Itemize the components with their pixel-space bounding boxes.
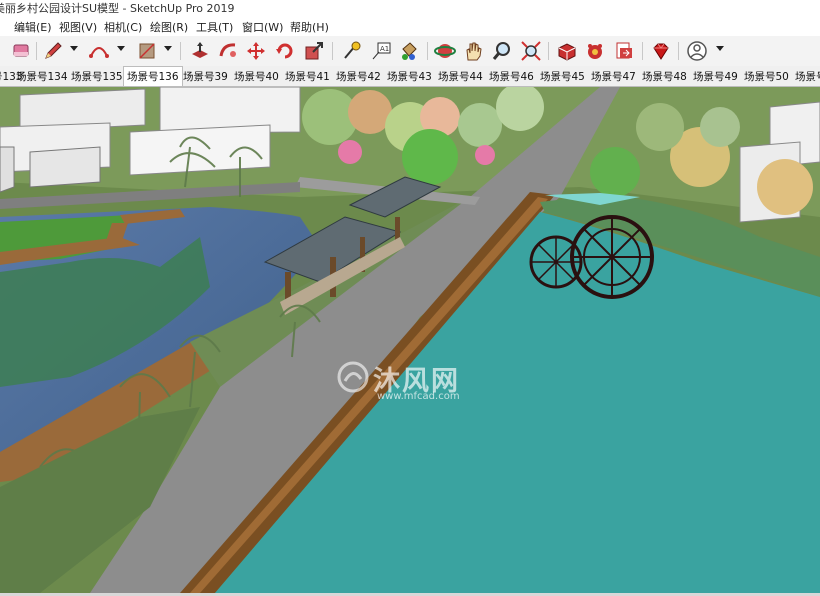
rotate-icon[interactable] xyxy=(274,40,296,62)
paint-bucket-icon[interactable] xyxy=(398,40,420,62)
pencil-icon[interactable] xyxy=(42,40,64,62)
follow-me-icon[interactable] xyxy=(217,40,239,62)
menu-window[interactable]: 窗口(W) xyxy=(242,19,283,35)
ruby-icon[interactable] xyxy=(650,40,672,62)
menu-tools[interactable]: 工具(T) xyxy=(196,19,233,35)
scene-tab[interactable]: 场景号39 xyxy=(183,69,228,84)
scene-tab[interactable]: 场景号46 xyxy=(489,69,534,84)
watermark-url: www.mfcad.com xyxy=(377,391,460,402)
menu-draw[interactable]: 绘图(R) xyxy=(150,19,188,35)
svg-text:A1: A1 xyxy=(380,45,389,53)
scale-icon[interactable] xyxy=(303,40,325,62)
rectangle-dropdown-icon[interactable] xyxy=(164,46,172,51)
scene-tab[interactable]: 场景号47 xyxy=(591,69,636,84)
rectangle-icon[interactable] xyxy=(136,40,158,62)
scene-tab[interactable]: 场景号43 xyxy=(387,69,432,84)
eraser-icon[interactable] xyxy=(10,40,32,62)
watermark-logo-icon xyxy=(337,361,369,393)
scene-tab[interactable]: 场景号42 xyxy=(336,69,381,84)
scene-tab[interactable]: 场景号48 xyxy=(642,69,687,84)
user-account-icon[interactable] xyxy=(686,40,708,62)
move-icon[interactable] xyxy=(245,40,267,62)
arc-dropdown-icon[interactable] xyxy=(117,46,125,51)
scene-tab[interactable]: 场景号134 xyxy=(16,69,68,84)
scene-tab[interactable]: 场景号41 xyxy=(285,69,330,84)
orbit-icon[interactable] xyxy=(434,40,456,62)
menu-help[interactable]: 帮助(H) xyxy=(290,19,329,35)
scene-tab-active[interactable]: 场景号136 xyxy=(123,66,183,86)
scene-tab[interactable]: 场景号49 xyxy=(693,69,738,84)
zoom-extents-icon[interactable] xyxy=(520,40,542,62)
scene-tab[interactable]: 场景号45 xyxy=(540,69,585,84)
scene-tab[interactable]: 场景号40 xyxy=(234,69,279,84)
watermark: 沐风网 www.mfcad.com xyxy=(335,359,495,409)
menu-camera[interactable]: 相机(C) xyxy=(104,19,142,35)
user-dropdown-icon[interactable] xyxy=(716,46,724,51)
pan-icon[interactable] xyxy=(462,40,484,62)
scene-tab[interactable]: 场景号135 xyxy=(71,69,123,84)
push-pull-icon[interactable] xyxy=(189,40,211,62)
zoom-icon[interactable] xyxy=(491,40,513,62)
scene-tab[interactable]: 场景号 xyxy=(795,69,820,84)
title-bar: 美丽乡村公园设计SU模型 - SketchUp Pro 2019 xyxy=(0,0,820,18)
scene-tabs: 号133 场景号134 场景号135 场景号136 场景号39 场景号40 场景… xyxy=(0,66,820,87)
warehouse-icon[interactable] xyxy=(556,40,578,62)
scene-tab[interactable]: 场景号44 xyxy=(438,69,483,84)
scene-tab[interactable]: 场景号50 xyxy=(744,69,789,84)
menu-view[interactable]: 视图(V) xyxy=(59,19,97,35)
menu-bar: 编辑(E) 视图(V) 相机(C) 绘图(R) 工具(T) 窗口(W) 帮助(H… xyxy=(0,18,820,36)
menu-edit[interactable]: 编辑(E) xyxy=(14,19,52,35)
pencil-dropdown-icon[interactable] xyxy=(70,46,78,51)
toolbar: A1 xyxy=(0,36,820,67)
window-title: 美丽乡村公园设计SU模型 - SketchUp Pro 2019 xyxy=(0,2,235,15)
tape-measure-icon[interactable] xyxy=(341,40,363,62)
extension-warehouse-icon[interactable] xyxy=(584,40,606,62)
arc-icon[interactable] xyxy=(88,40,110,62)
scene-render xyxy=(0,87,820,593)
text-icon[interactable]: A1 xyxy=(370,40,392,62)
send-to-layout-icon[interactable] xyxy=(613,40,635,62)
model-viewport[interactable]: 沐风网 www.mfcad.com xyxy=(0,87,820,593)
